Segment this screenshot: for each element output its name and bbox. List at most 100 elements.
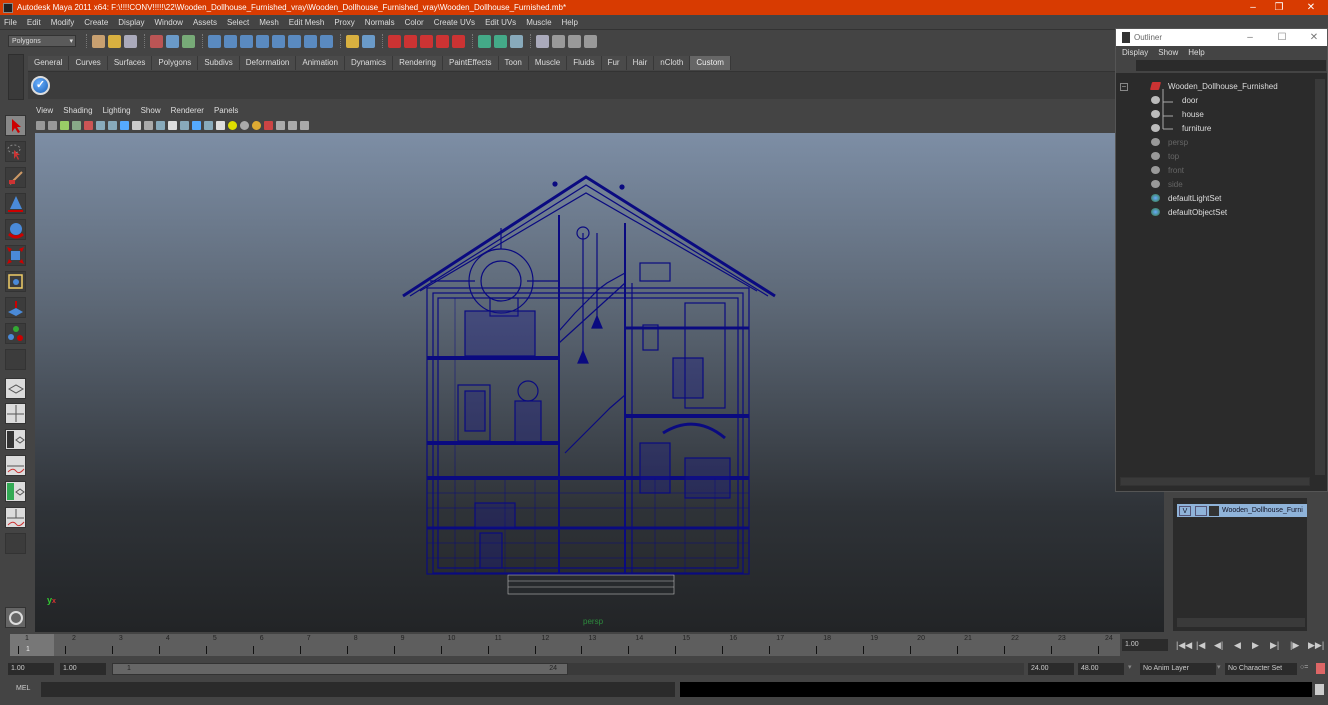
outliner-item[interactable]: front xyxy=(1168,164,1184,177)
outliner-item[interactable]: door xyxy=(1182,94,1198,107)
outliner-list[interactable]: – Wooden_Dollhouse_Furnished door house … xyxy=(1116,79,1312,475)
menu-file[interactable]: File xyxy=(4,18,17,27)
select-deformation-icon[interactable] xyxy=(272,34,285,48)
panel-menu-lighting[interactable]: Lighting xyxy=(103,106,131,118)
panel-menu-renderer[interactable]: Renderer xyxy=(171,106,204,118)
select-object-icon[interactable] xyxy=(166,34,179,48)
textured-icon[interactable] xyxy=(156,121,165,130)
shelf-tab-subdivs[interactable]: Subdivs xyxy=(198,56,240,70)
layout-single-perspective-icon[interactable] xyxy=(5,378,26,399)
snap-curve-icon[interactable] xyxy=(404,34,417,48)
layout-persp-outliner-icon[interactable] xyxy=(5,429,26,450)
isolate-select-icon[interactable] xyxy=(216,121,225,130)
select-render-icon[interactable] xyxy=(304,34,317,48)
menu-create[interactable]: Create xyxy=(84,18,108,27)
layer-scrollbar[interactable] xyxy=(1177,618,1305,627)
outliner-close-button[interactable]: ✕ xyxy=(1304,29,1324,46)
xray-joints-icon[interactable] xyxy=(204,121,213,130)
select-joint-icon[interactable] xyxy=(224,34,237,48)
step-forward-key-button[interactable]: |▶ xyxy=(1290,640,1299,651)
playback-end-field[interactable]: 24.00 xyxy=(1028,663,1074,675)
select-dynamic-icon[interactable] xyxy=(288,34,301,48)
play-backwards-button[interactable]: ◀ xyxy=(1234,640,1241,651)
outliner-menu-display[interactable]: Display xyxy=(1122,48,1148,57)
wireframe-icon[interactable] xyxy=(120,121,129,130)
shelf-tab-surfaces[interactable]: Surfaces xyxy=(107,56,153,70)
film-gate-icon[interactable] xyxy=(108,121,117,130)
outliner-item[interactable]: defaultObjectSet xyxy=(1168,206,1227,219)
layout-persp-graph-icon[interactable] xyxy=(5,455,26,476)
new-scene-icon[interactable] xyxy=(92,34,105,48)
close-button[interactable]: ✕ xyxy=(1296,0,1326,15)
panel-menu-show[interactable]: Show xyxy=(141,106,161,118)
outliner-menu-help[interactable]: Help xyxy=(1188,48,1204,57)
display-layer-row[interactable]: V Wooden_Dollhouse_Furni xyxy=(1177,504,1307,517)
shelf-tab-fluids[interactable]: Fluids xyxy=(567,56,602,70)
select-curve-icon[interactable] xyxy=(240,34,253,48)
lock-selection-icon[interactable] xyxy=(346,34,359,48)
select-surface-icon[interactable] xyxy=(256,34,269,48)
panel-menu-view[interactable]: View xyxy=(36,106,53,118)
shelf-tab-ncloth[interactable]: nCloth xyxy=(654,56,691,70)
menu-create-uvs[interactable]: Create UVs xyxy=(434,18,475,27)
outliner-item[interactable]: top xyxy=(1168,150,1179,163)
shelf-tab-general[interactable]: General xyxy=(28,56,70,70)
mel-language-toggle[interactable]: MEL xyxy=(16,685,30,692)
end-time-field[interactable]: 48.00 xyxy=(1078,663,1124,675)
anim-layer-dropdown-arrow[interactable]: ▾ xyxy=(1128,663,1132,671)
range-slider[interactable]: 1 24 xyxy=(112,663,568,675)
select-tool-icon[interactable] xyxy=(5,115,26,136)
outliner-vertical-scrollbar[interactable] xyxy=(1315,79,1325,475)
menu-normals[interactable]: Normals xyxy=(365,18,395,27)
script-editor-icon[interactable] xyxy=(1315,684,1324,695)
move-tool-icon[interactable] xyxy=(5,193,26,214)
outliner-item[interactable]: defaultLightSet xyxy=(1168,192,1221,205)
shelf-tab-dynamics[interactable]: Dynamics xyxy=(344,56,394,70)
outliner-item[interactable]: Wooden_Dollhouse_Furnished xyxy=(1168,80,1278,93)
outliner-horizontal-scrollbar[interactable] xyxy=(1120,477,1310,486)
mel-command-input[interactable] xyxy=(41,682,675,697)
menu-assets[interactable]: Assets xyxy=(193,18,217,27)
shelf-tab-hair[interactable]: Hair xyxy=(626,56,655,70)
select-component-icon[interactable] xyxy=(182,34,195,48)
scale-tool-icon[interactable] xyxy=(5,245,26,266)
snap-view-plane-icon[interactable] xyxy=(436,34,449,48)
menu-display[interactable]: Display xyxy=(118,18,144,27)
shelf-tab-toon[interactable]: Toon xyxy=(498,56,529,70)
menu-edit-mesh[interactable]: Edit Mesh xyxy=(289,18,325,27)
ipr-render-icon[interactable] xyxy=(568,34,581,48)
restore-button[interactable]: ❐ xyxy=(1264,0,1294,15)
go-to-end-button[interactable]: ▶▶| xyxy=(1308,640,1324,651)
layer-visibility-toggle[interactable]: V xyxy=(1179,505,1191,516)
animation-preferences-icon[interactable] xyxy=(1316,663,1325,674)
last-tool-slot[interactable] xyxy=(5,349,26,370)
menu-mesh[interactable]: Mesh xyxy=(259,18,279,27)
show-manipulator-icon[interactable] xyxy=(5,323,26,344)
grid-toggle-icon[interactable] xyxy=(96,121,105,130)
select-misc-icon[interactable] xyxy=(320,34,333,48)
shelf-tab-fur[interactable]: Fur xyxy=(601,56,627,70)
layout-hypershade-icon[interactable] xyxy=(5,481,26,502)
panel-menu-panels[interactable]: Panels xyxy=(214,106,238,118)
current-time-field[interactable]: 1.00 xyxy=(1122,639,1168,651)
step-back-key-button[interactable]: |◀ xyxy=(1196,640,1205,651)
outliner-item[interactable]: persp xyxy=(1168,136,1188,149)
custom-layout-slot[interactable] xyxy=(5,533,26,554)
outliner-search-input[interactable] xyxy=(1136,60,1326,71)
time-slider[interactable]: 1 1 2 3 4 5 6 7 8 9 10 11 12 13 14 15 16 17 18 19 20 21 22 23 2… xyxy=(10,634,1120,656)
render-view-icon[interactable] xyxy=(536,34,549,48)
shelf-menu-handle[interactable] xyxy=(8,54,24,100)
panel-menu-shading[interactable]: Shading xyxy=(63,106,92,118)
high-quality-icon[interactable] xyxy=(276,121,285,130)
resolution-gate-icon[interactable] xyxy=(84,121,93,130)
start-time-field[interactable]: 1.00 xyxy=(8,663,54,675)
qt-hotbox-icon[interactable] xyxy=(5,607,26,628)
layer-color-swatch[interactable] xyxy=(1209,505,1219,516)
use-lights-icon[interactable] xyxy=(168,121,177,130)
snap-grid-icon[interactable] xyxy=(388,34,401,48)
snap-point-icon[interactable] xyxy=(420,34,433,48)
shelf-tab-curves[interactable]: Curves xyxy=(69,56,108,70)
checkmark-shelf-icon[interactable]: ✓ xyxy=(31,76,50,95)
outliner-minimize-button[interactable]: – xyxy=(1240,29,1260,46)
step-back-frame-button[interactable]: ◀| xyxy=(1214,640,1223,651)
